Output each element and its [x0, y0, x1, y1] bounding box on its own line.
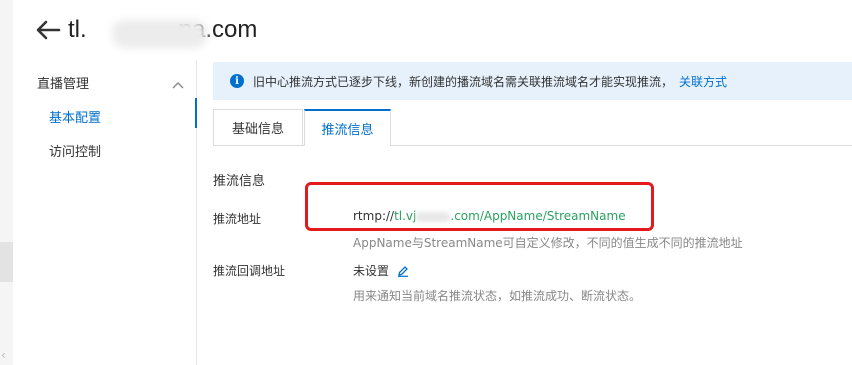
sidebar-item-basic-config[interactable]: 基本配置	[49, 107, 101, 126]
push-url-hint: AppName与StreamName可自定义修改，不同的值生成不同的推流地址	[353, 236, 743, 250]
callback-url-text: 未设置	[353, 264, 390, 278]
sidebar-active-indicator	[195, 98, 197, 128]
callback-url-label: 推流回调地址	[213, 264, 286, 278]
notice-link[interactable]: 关联方式	[679, 73, 727, 90]
info-icon: i	[230, 74, 244, 88]
section-title: 推流信息	[213, 174, 266, 189]
scroll-indicator[interactable]	[0, 242, 13, 282]
notice-banner: i 旧中心推流方式已逐步下线，新创建的播流域名需关联推流域名才能实现推流， 关联…	[213, 62, 852, 100]
left-edge-strip: ‹	[0, 0, 13, 365]
push-url-label: 推流地址	[213, 212, 262, 226]
sidebar-group-live-management[interactable]: 直播管理	[37, 73, 89, 92]
chevron-left-icon[interactable]: ‹	[1, 349, 6, 361]
redacted-domain	[112, 20, 207, 48]
tab-basic-info[interactable]: 基础信息	[213, 109, 303, 145]
sidebar-item-access-control[interactable]: 访问控制	[49, 141, 101, 160]
callback-url-hint: 用来通知当前域名推流状态，如推流成功、断流状态。	[353, 289, 642, 303]
sidebar: 直播管理 基本配置 访问控制	[13, 60, 197, 365]
chevron-up-icon[interactable]	[172, 74, 184, 93]
tab-bar: 基础信息 推流信息	[213, 109, 852, 146]
edit-pencil-icon[interactable]	[397, 265, 409, 277]
callback-url-value: 未设置	[353, 262, 409, 279]
highlight-box	[305, 182, 654, 231]
tab-push-info[interactable]: 推流信息	[304, 109, 391, 146]
notice-text: 旧中心推流方式已逐步下线，新创建的播流域名需关联推流域名才能实现推流，	[253, 74, 674, 89]
back-arrow-icon[interactable]	[34, 16, 62, 44]
